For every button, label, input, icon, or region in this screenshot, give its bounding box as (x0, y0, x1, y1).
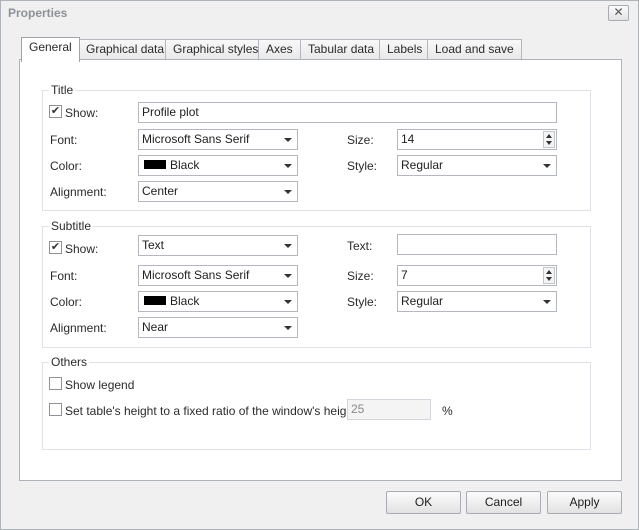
chevron-down-icon (543, 300, 551, 304)
subtitle-text-label: Text: (347, 239, 373, 253)
subtitle-show-mode-value: Text (142, 238, 165, 252)
color-swatch (144, 296, 166, 306)
spin-down-icon[interactable] (546, 141, 552, 145)
window-title: Properties (8, 6, 68, 20)
tab-labels[interactable]: Labels (379, 39, 431, 60)
tab-graphical-styles[interactable]: Graphical styles (165, 39, 267, 60)
chevron-down-icon (284, 300, 292, 304)
chevron-down-icon (284, 326, 292, 330)
subtitle-text-input[interactable] (397, 234, 557, 255)
subtitle-color-select[interactable]: Black (138, 291, 298, 312)
tab-load-and-save[interactable]: Load and save (427, 39, 522, 60)
title-style-select[interactable]: Regular (397, 155, 557, 176)
subtitle-color-value: Black (170, 294, 200, 308)
title-text-input[interactable]: Profile plot (138, 102, 557, 123)
ok-button[interactable]: OK (386, 491, 461, 514)
subtitle-font-value: Microsoft Sans Serif (142, 268, 250, 282)
fixed-ratio-checkbox[interactable] (49, 403, 62, 416)
title-style-value: Regular (401, 158, 444, 172)
general-tab-panel: Title ✔ Show: Profile plot Font: Microso… (19, 59, 622, 481)
title-size-label: Size: (347, 133, 374, 147)
spin-down-icon[interactable] (546, 277, 552, 281)
title-show-label: Show: (65, 106, 99, 120)
subtitle-show-checkbox[interactable]: ✔ (49, 241, 62, 254)
subtitle-alignment-select[interactable]: Near (138, 317, 298, 338)
chevron-down-icon (284, 138, 292, 142)
spin-up-icon[interactable] (546, 134, 552, 138)
show-legend-checkbox[interactable] (49, 377, 62, 390)
title-bar[interactable]: Properties ✕ (1, 1, 638, 25)
ratio-unit: % (442, 404, 453, 418)
title-font-select[interactable]: Microsoft Sans Serif (138, 129, 298, 150)
chevron-down-icon (284, 274, 292, 278)
chevron-down-icon (284, 190, 292, 194)
subtitle-size-value: 7 (401, 268, 408, 282)
chevron-down-icon (284, 164, 292, 168)
title-alignment-select[interactable]: Center (138, 181, 298, 202)
chevron-down-icon (284, 244, 292, 248)
fixed-ratio-label: Set table's height to a fixed ratio of t… (65, 404, 357, 418)
title-alignment-label: Alignment: (50, 185, 107, 199)
title-color-select[interactable]: Black (138, 155, 298, 176)
subtitle-group-label: Subtitle (49, 219, 94, 233)
apply-button[interactable]: Apply (547, 491, 622, 514)
tab-general[interactable]: General (21, 37, 80, 62)
title-color-label: Color: (50, 159, 83, 173)
color-swatch (144, 160, 166, 170)
title-font-value: Microsoft Sans Serif (142, 132, 250, 146)
subtitle-size-label: Size: (347, 269, 374, 283)
subtitle-style-select[interactable]: Regular (397, 291, 557, 312)
tab-graphical-data[interactable]: Graphical data (78, 39, 173, 60)
title-font-label: Font: (50, 133, 78, 147)
others-group-label: Others (49, 355, 90, 369)
title-color-value: Black (170, 158, 200, 172)
tab-tabular-data[interactable]: Tabular data (300, 39, 383, 60)
ratio-input[interactable]: 25 (347, 399, 431, 420)
title-alignment-value: Center (142, 184, 179, 198)
show-legend-label: Show legend (65, 378, 135, 392)
title-group-label: Title (49, 83, 76, 97)
subtitle-alignment-value: Near (142, 320, 169, 334)
subtitle-style-value: Regular (401, 294, 444, 308)
subtitle-show-mode-select[interactable]: Text (138, 235, 298, 256)
close-button[interactable]: ✕ (608, 5, 629, 21)
subtitle-font-select[interactable]: Microsoft Sans Serif (138, 265, 298, 286)
title-size-value: 14 (401, 132, 415, 146)
spin-up-icon[interactable] (546, 270, 552, 274)
chevron-down-icon (543, 164, 551, 168)
subtitle-size-stepper[interactable]: 7 (397, 265, 557, 286)
cancel-button[interactable]: Cancel (466, 491, 541, 514)
subtitle-color-label: Color: (50, 295, 83, 309)
subtitle-font-label: Font: (50, 269, 78, 283)
close-icon: ✕ (613, 5, 624, 19)
spin-buttons[interactable] (543, 267, 555, 284)
title-style-label: Style: (347, 159, 378, 173)
subtitle-alignment-label: Alignment: (50, 321, 107, 335)
subtitle-style-label: Style: (347, 295, 378, 309)
tab-axes[interactable]: Axes (258, 39, 301, 60)
title-show-checkbox[interactable]: ✔ (49, 105, 62, 118)
properties-window: Properties ✕ General Graphical data Grap… (0, 0, 639, 530)
subtitle-show-label: Show: (65, 242, 99, 256)
spin-buttons[interactable] (543, 131, 555, 148)
title-size-stepper[interactable]: 14 (397, 129, 557, 150)
